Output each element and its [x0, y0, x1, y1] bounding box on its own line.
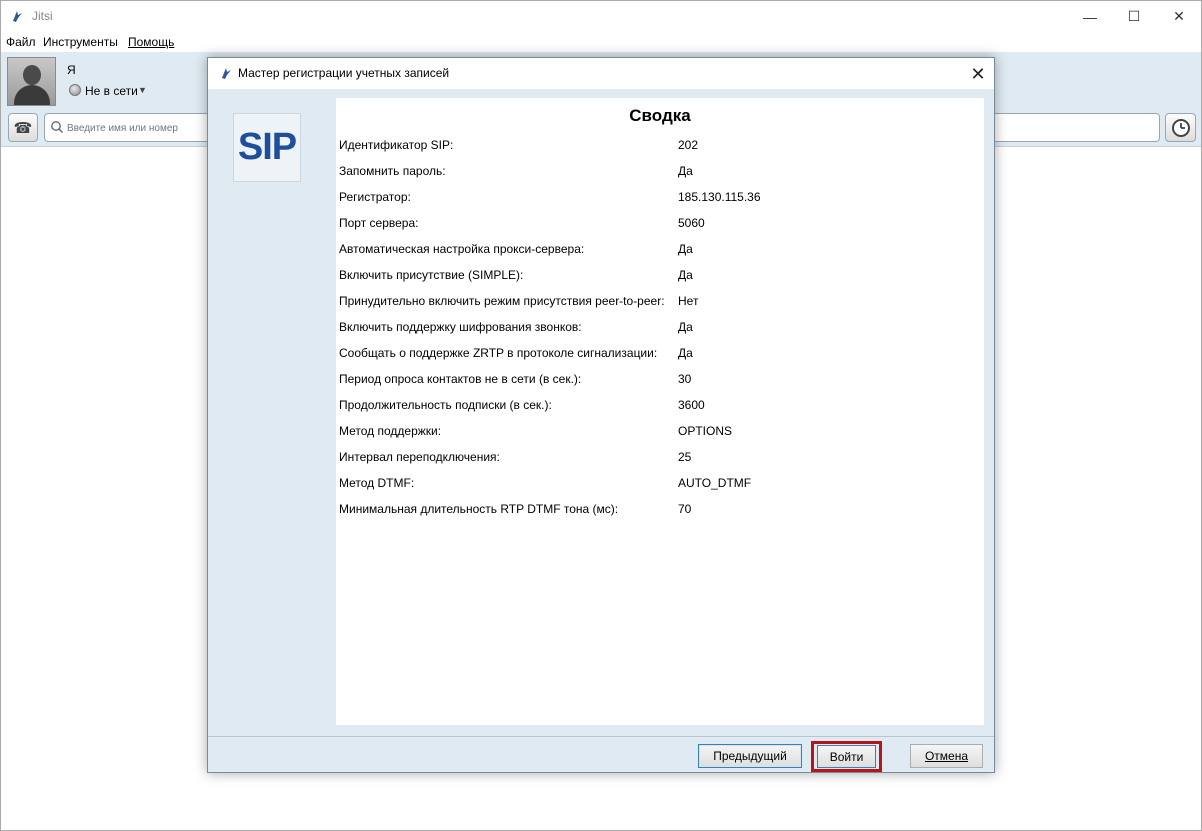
cancel-button[interactable]: Отмена	[910, 744, 983, 768]
status-selector[interactable]: Не в сети	[85, 84, 138, 98]
summary-row: Метод DTMF: AUTO_DTMF	[336, 476, 984, 496]
summary-row-label: Автоматическая настройка прокси-сервера:	[339, 242, 585, 256]
dialog-title-bar: Мастер регистрации учетных записей ✕	[208, 58, 994, 89]
summary-row-value: 70	[678, 502, 692, 516]
summary-row-value: 185.130.115.36	[678, 190, 761, 204]
user-name: Я	[67, 63, 76, 77]
maximize-button[interactable]: ☐	[1111, 1, 1157, 32]
summary-row-value: 5060	[678, 216, 705, 230]
summary-title: Сводка	[629, 106, 691, 125]
summary-row-label: Минимальная длительность RTP DTMF тона (…	[339, 502, 619, 516]
summary-row: Автоматическая настройка прокси-сервера:…	[336, 242, 984, 262]
summary-row: Запомнить пароль: Да	[336, 164, 984, 184]
summary-row-value: Да	[678, 346, 693, 360]
title-bar: Jitsi — ☐ ✕	[1, 1, 1201, 32]
summary-row-value: AUTO_DTMF	[678, 476, 752, 490]
login-button-highlight: Войти	[811, 741, 882, 772]
status-offline-icon	[69, 84, 81, 96]
summary-row-label: Принудительно включить режим присутствия…	[339, 294, 665, 308]
previous-button[interactable]: Предыдущий	[698, 744, 802, 768]
account-wizard-dialog: Мастер регистрации учетных записей ✕ SIP…	[207, 57, 995, 773]
avatar[interactable]	[7, 57, 56, 106]
summary-row-label: Идентификатор SIP:	[339, 138, 454, 152]
summary-row-label: Сообщать о поддержке ZRTP в протоколе си…	[339, 346, 658, 360]
summary-row-value: 30	[678, 372, 692, 386]
summary-row-value: Да	[678, 164, 693, 178]
clock-icon	[1171, 118, 1190, 137]
summary-row-label: Запомнить пароль:	[339, 164, 446, 178]
summary-row-value: Да	[678, 320, 693, 334]
summary-row-value: Да	[678, 242, 693, 256]
summary-row-value: Нет	[678, 294, 699, 308]
summary-row-label: Продолжительность подписки (в сек.):	[339, 398, 552, 412]
dialog-close-button[interactable]: ✕	[964, 62, 992, 86]
search-icon	[51, 121, 63, 133]
cancel-label: Отмена	[924, 749, 969, 763]
summary-row-value: 3600	[678, 398, 705, 412]
menu-file[interactable]: Файл	[6, 35, 36, 49]
footer-divider	[208, 736, 994, 737]
summary-row-value: 202	[678, 138, 699, 152]
summary-panel: Сводка Идентификатор SIP: 202 Запомнить па…	[336, 98, 984, 725]
summary-row-label: Метод поддержки:	[339, 424, 442, 438]
summary-row: Минимальная длительность RTP DTMF тона (…	[336, 502, 984, 522]
summary-row-value: OPTIONS	[678, 424, 733, 438]
summary-row-label: Метод DTMF:	[339, 476, 415, 490]
menu-help[interactable]: Помощь	[128, 35, 174, 49]
summary-row-label: Включить присутствие (SIMPLE):	[339, 268, 524, 282]
login-button[interactable]: Войти	[817, 745, 876, 768]
summary-row: Включить присутствие (SIMPLE): Да	[336, 268, 984, 288]
chevron-down-icon[interactable]: ▼	[138, 85, 147, 95]
menu-tools[interactable]: Инструменты	[43, 35, 118, 49]
summary-row: Продолжительность подписки (в сек.): 3600	[336, 398, 984, 418]
minimize-button[interactable]: —	[1067, 1, 1113, 32]
menu-bar: Файл Инструменты Помощь	[1, 32, 1201, 52]
history-button[interactable]	[1165, 113, 1196, 142]
summary-row-label: Период опроса контактов не в сети (в сек…	[339, 372, 582, 386]
summary-row-label: Порт сервера:	[339, 216, 419, 230]
app-title: Jitsi	[32, 9, 53, 23]
summary-row: Принудительно включить режим присутствия…	[336, 294, 984, 314]
dialpad-button[interactable]: ☎	[8, 113, 38, 142]
jitsi-logo-icon	[13, 11, 22, 22]
summary-row: Сообщать о поддержке ZRTP в протоколе си…	[336, 346, 984, 366]
close-button[interactable]: ✕	[1156, 1, 1202, 32]
summary-row-label: Интервал переподключения:	[339, 450, 500, 464]
summary-row: Идентификатор SIP: 202	[336, 138, 984, 158]
summary-row: Порт сервера: 5060	[336, 216, 984, 236]
summary-row-value: 25	[678, 450, 692, 464]
summary-row-value: Да	[678, 268, 693, 282]
jitsi-logo-icon	[222, 68, 231, 79]
summary-row: Метод поддержки: OPTIONS	[336, 424, 984, 444]
summary-row: Включить поддержку шифрования звонков: Да	[336, 320, 984, 340]
sip-logo: SIP	[233, 113, 301, 182]
phone-icon: ☎	[13, 119, 33, 137]
summary-row: Регистратор: 185.130.115.36	[336, 190, 984, 210]
summary-row-label: Включить поддержку шифрования звонков:	[339, 320, 582, 334]
summary-row: Интервал переподключения: 25	[336, 450, 984, 470]
dialog-title: Мастер регистрации учетных записей	[238, 66, 450, 80]
summary-row-label: Регистратор:	[339, 190, 411, 204]
summary-row: Период опроса контактов не в сети (в сек…	[336, 372, 984, 392]
